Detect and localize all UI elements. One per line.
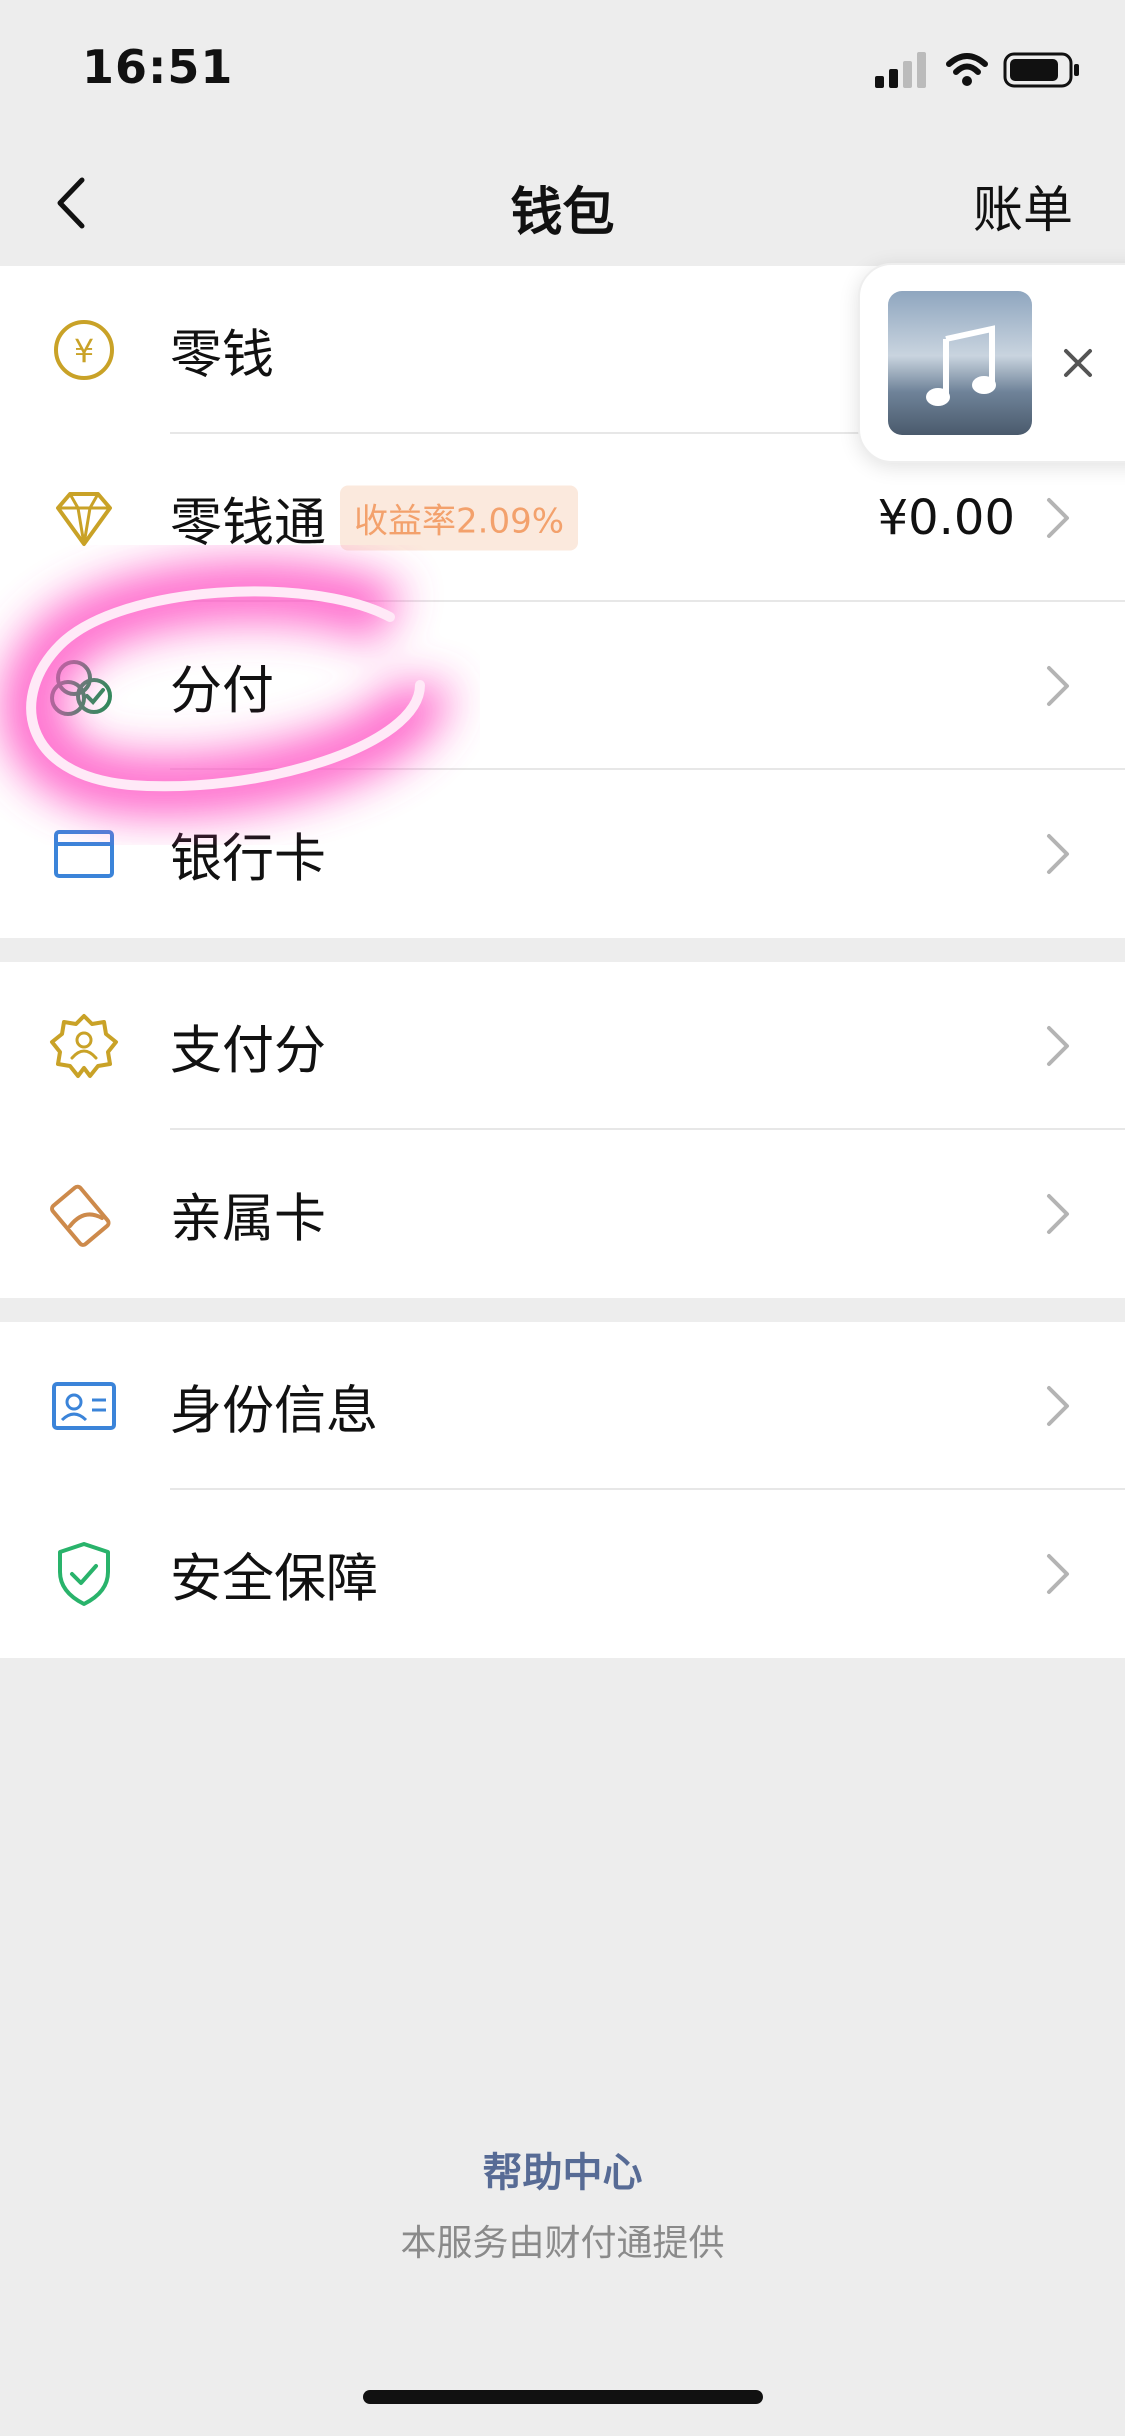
service-provider-note: 本服务由财付通提供 xyxy=(400,2223,725,2264)
list-item-label: 身份信息 xyxy=(170,1381,379,1442)
music-note-icon xyxy=(926,325,996,406)
list-item-pay-score[interactable]: 支付分 xyxy=(0,962,1125,1130)
list-item-bank-card[interactable]: 银行卡 xyxy=(0,770,1125,938)
family-card-icon xyxy=(50,1184,111,1247)
bill-button[interactable]: 账单 xyxy=(973,170,1073,242)
shield-check-icon xyxy=(58,1542,110,1606)
fenfu-icon xyxy=(50,660,112,716)
badge-user-icon xyxy=(50,1014,118,1078)
chevron-right-icon xyxy=(1047,1026,1069,1066)
list-item-label: 安全保障 xyxy=(170,1549,379,1610)
nav-bar: 钱包 账单 xyxy=(0,140,1125,266)
status-bar: 16:51 xyxy=(0,0,1125,140)
floating-music-player[interactable] xyxy=(858,263,1125,463)
chevron-right-icon xyxy=(1047,498,1069,538)
id-card-icon xyxy=(52,1382,116,1430)
list-item-security[interactable]: 安全保障 xyxy=(0,1490,1125,1658)
chevron-right-icon xyxy=(1047,666,1069,706)
page-title: 钱包 xyxy=(510,183,615,243)
chevron-right-icon xyxy=(1047,1194,1069,1234)
status-time: 16:51 xyxy=(82,40,234,94)
list-item-label: 零钱通 xyxy=(170,493,327,554)
list-item-fenfu[interactable]: 分付 xyxy=(0,602,1125,770)
list-item-label: 亲属卡 xyxy=(170,1189,327,1250)
svg-text:¥: ¥ xyxy=(74,332,94,370)
close-icon[interactable] xyxy=(1056,341,1100,385)
diamond-icon xyxy=(56,492,112,546)
yield-rate-badge: 收益率2.09% xyxy=(340,485,579,551)
wifi-icon xyxy=(946,53,988,86)
home-indicator[interactable] xyxy=(363,2390,763,2404)
bank-card-icon xyxy=(54,830,114,878)
cellular-signal-icon xyxy=(875,52,926,88)
chevron-right-icon xyxy=(1047,1554,1069,1594)
list-item-label: 分付 xyxy=(170,661,275,722)
list-item-identity[interactable]: 身份信息 xyxy=(0,1322,1125,1490)
balance-amount: ¥0.00 xyxy=(877,490,1015,546)
album-cover[interactable] xyxy=(888,291,1032,435)
yuan-coin-icon: ¥ xyxy=(54,320,114,380)
list-item-label: 支付分 xyxy=(170,1021,327,1082)
chevron-right-icon xyxy=(1047,834,1069,874)
list-item-family-card[interactable]: 亲属卡 xyxy=(0,1130,1125,1298)
help-center-link[interactable]: 帮助中心 xyxy=(0,2140,1125,2198)
wallet-group-account: 身份信息 安全保障 xyxy=(0,1322,1125,1658)
wallet-group-credit: 支付分 亲属卡 xyxy=(0,962,1125,1298)
chevron-right-icon xyxy=(1047,1386,1069,1426)
status-icons xyxy=(875,52,1079,88)
list-item-label: 零钱 xyxy=(170,325,275,386)
list-item-label: 银行卡 xyxy=(170,829,327,890)
battery-icon xyxy=(1003,52,1079,88)
